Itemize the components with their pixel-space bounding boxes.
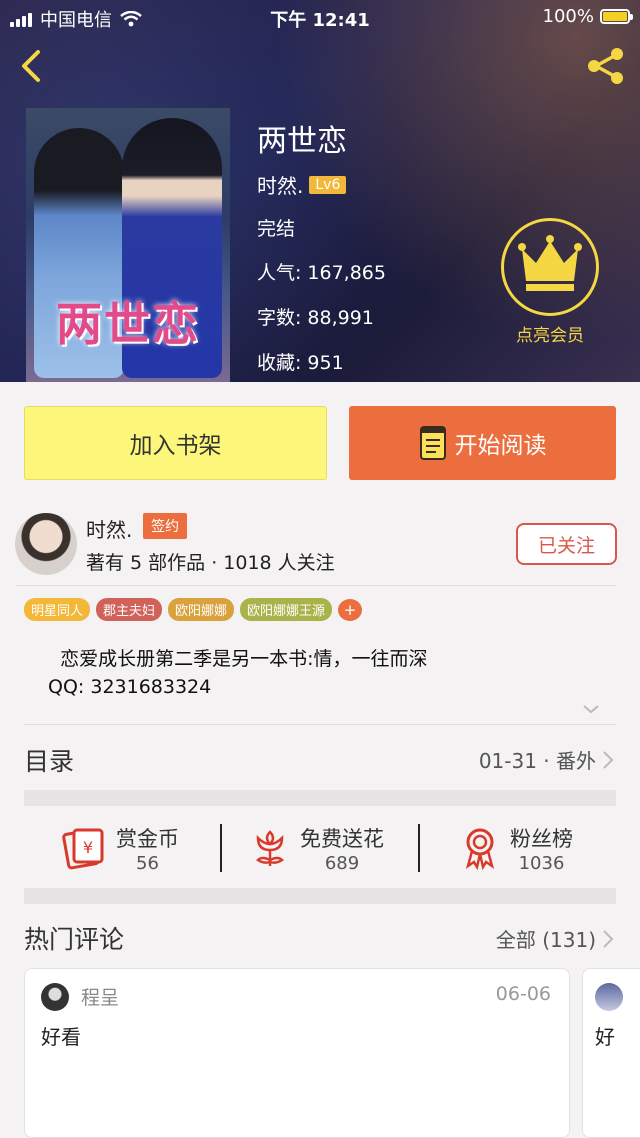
book-icon: [419, 426, 446, 460]
divider: [418, 824, 420, 872]
stat-label: 人气:: [257, 262, 302, 284]
comment-card[interactable]: 好: [582, 968, 640, 1138]
toc-range: 01-31 · 番外: [478, 749, 596, 773]
svg-text:¥: ¥: [83, 838, 93, 857]
status-bar: 中国电信 下午 12:41 100%: [0, 0, 640, 34]
toc-range-link[interactable]: 01-31 · 番外: [479, 745, 614, 774]
book-status: 完结: [257, 218, 296, 240]
flower-icon: [256, 830, 284, 866]
cover-title: 两世恋: [56, 297, 200, 351]
ribbon-medal-icon: [465, 828, 495, 870]
comment-text: 好: [595, 1025, 615, 1049]
comment-text: 好看: [41, 1025, 81, 1049]
send-flower-button[interactable]: 免费送花 689: [250, 820, 384, 876]
reward-count: 1036: [518, 852, 565, 874]
back-button[interactable]: [14, 46, 48, 86]
intro-line: 恋爱成长册第二季是另一本书:情，一往而深: [48, 648, 428, 670]
commenter-avatar[interactable]: [41, 983, 69, 1011]
stat-value: 88,991: [307, 307, 374, 329]
all-comments-label: 全部 (131): [495, 928, 596, 952]
battery-icon: [600, 9, 633, 24]
reward-count: 56: [136, 852, 159, 874]
vip-crown-button[interactable]: [501, 218, 599, 316]
author-avatar[interactable]: [15, 513, 77, 575]
start-reading-label: 开始阅读: [454, 433, 547, 459]
author-name[interactable]: 时然.: [86, 514, 132, 543]
hot-comments-title: 热门评论: [24, 925, 125, 954]
divider: [16, 585, 616, 586]
section-separator: [24, 888, 616, 904]
vip-label[interactable]: 点亮会员: [488, 321, 612, 346]
chevron-down-icon[interactable]: [582, 700, 600, 718]
reward-coins-button[interactable]: ¥ 赏金币 56: [62, 820, 179, 876]
crown-icon: [518, 235, 582, 291]
start-reading-button[interactable]: 开始阅读: [349, 406, 616, 480]
author-summary: 著有 5 部作品 · 1018 人关注: [86, 552, 335, 574]
add-to-shelf-button[interactable]: 加入书架: [24, 406, 327, 480]
book-author[interactable]: 时然. Lv6: [257, 170, 347, 199]
intro-line: QQ: 3231683324: [48, 676, 212, 698]
stat-value: 167,865: [307, 262, 386, 284]
toc-title[interactable]: 目录: [24, 742, 74, 778]
level-badge: Lv6: [309, 175, 347, 194]
reward-count: 689: [324, 852, 360, 874]
book-cover[interactable]: 两世恋: [26, 108, 230, 382]
chevron-right-icon: [603, 929, 614, 948]
stat-popularity: 人气: 167,865: [257, 258, 386, 285]
tag[interactable]: 郡主夫妇: [96, 598, 163, 621]
fan-ranking-button[interactable]: 粉丝榜 1036: [460, 820, 573, 876]
tag[interactable]: 欧阳娜娜: [168, 598, 235, 621]
red-envelope-icon: ¥: [62, 828, 104, 870]
divider: [24, 724, 616, 725]
divider: [220, 824, 222, 872]
reward-label: 赏金币: [116, 826, 179, 851]
stat-favorites: 收藏: 951: [257, 348, 344, 375]
author-name[interactable]: 时然.: [257, 170, 303, 199]
add-tag-button[interactable]: +: [338, 598, 363, 621]
section-separator: [24, 790, 616, 806]
signed-badge: 签约: [143, 513, 187, 539]
stat-label: 字数:: [257, 307, 302, 329]
book-intro: 恋爱成长册第二季是另一本书:情，一往而深 QQ: 3231683324: [48, 645, 427, 701]
tag-list: 明星同人 郡主夫妇 欧阳娜娜 欧阳娜娜王源 +: [24, 598, 363, 621]
stat-label: 收藏:: [257, 352, 302, 374]
chevron-right-icon: [603, 750, 614, 769]
all-comments-link[interactable]: 全部 (131): [496, 924, 614, 953]
reward-label: 粉丝榜: [510, 826, 573, 851]
commenter-name[interactable]: 程呈: [81, 983, 119, 1010]
commenter-avatar[interactable]: [595, 983, 623, 1011]
share-button[interactable]: [584, 46, 628, 86]
book-header: 中国电信 下午 12:41 100% 两世恋 两世恋 时然. Lv6 完结 人气…: [0, 0, 640, 382]
reward-label: 免费送花: [300, 826, 384, 851]
comment-card[interactable]: 程呈 06-06 好看: [24, 968, 570, 1138]
reward-bar: ¥ 赏金币 56 免费送花 689 粉丝榜 1036: [24, 808, 616, 888]
tag[interactable]: 明星同人: [24, 598, 91, 621]
follow-button[interactable]: 已关注: [516, 523, 617, 565]
stat-value: 951: [307, 352, 344, 374]
book-title: 两世恋: [257, 124, 347, 159]
stat-word-count: 字数: 88,991: [257, 303, 374, 330]
tag[interactable]: 欧阳娜娜王源: [240, 598, 333, 621]
battery-percent: 100%: [542, 6, 594, 27]
comment-date: 06-06: [495, 983, 551, 1005]
